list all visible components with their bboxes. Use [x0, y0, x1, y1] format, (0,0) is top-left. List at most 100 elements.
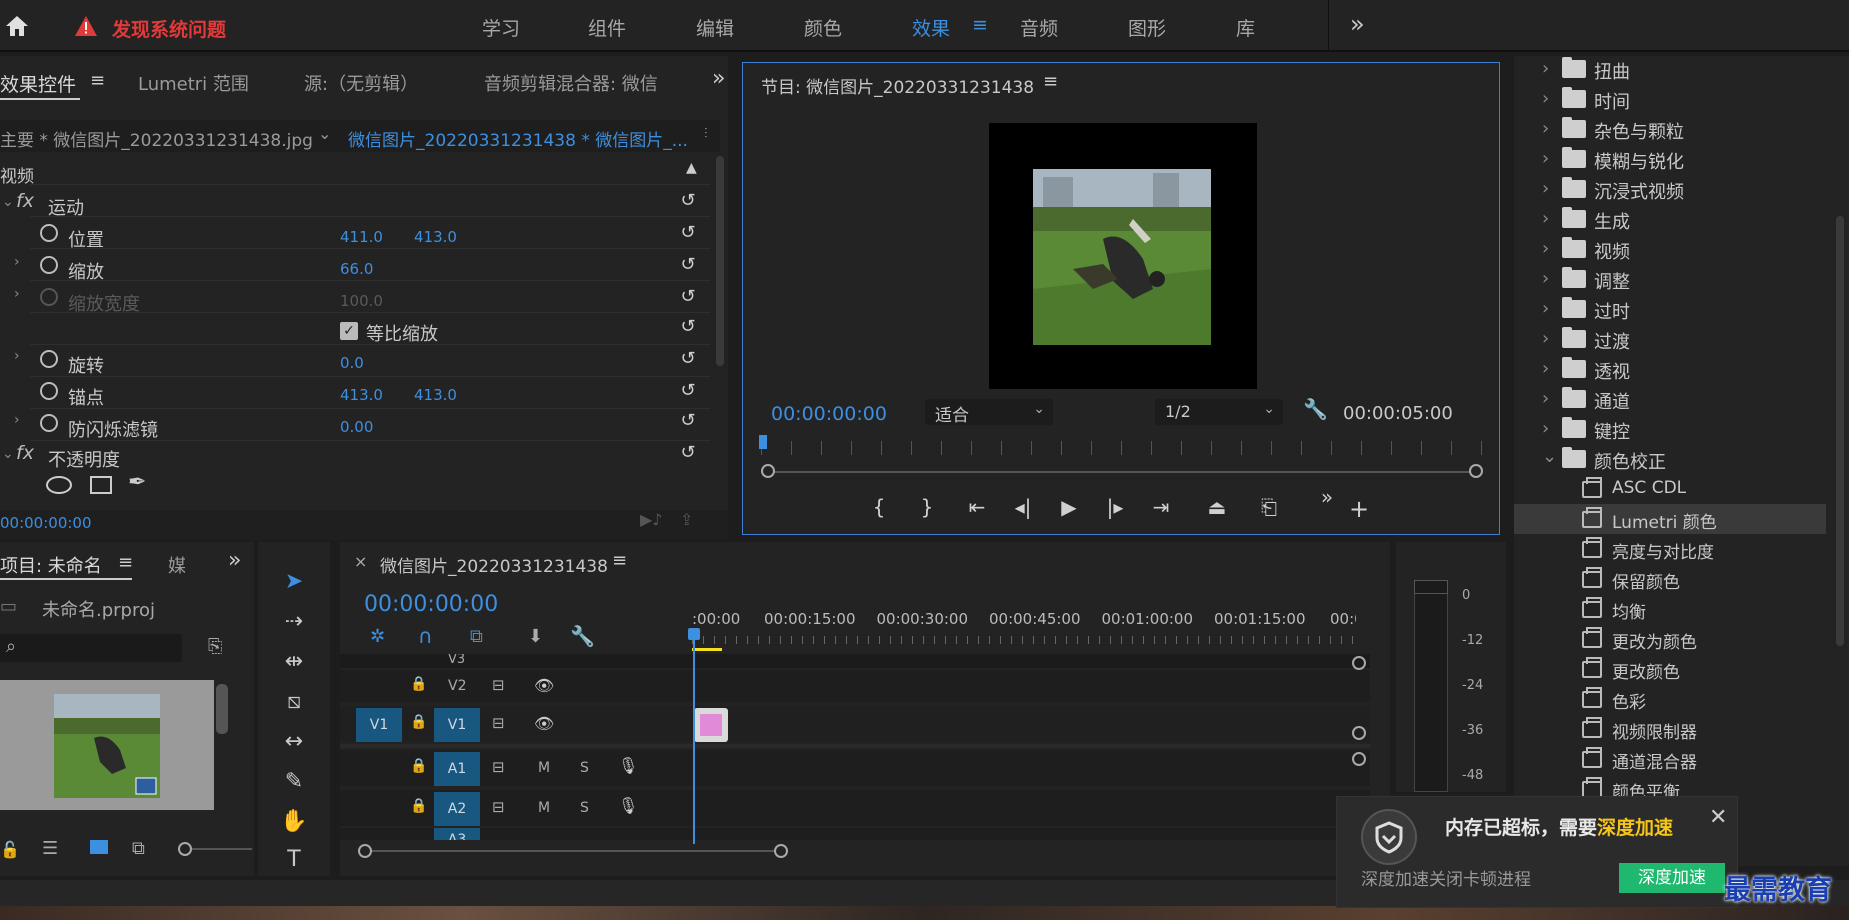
effect-folder[interactable]: ⌄ 颜色校正	[1514, 444, 1824, 474]
timeline-menu-icon[interactable]: ≡	[612, 550, 627, 571]
scale-chevron-icon[interactable]: ›	[14, 254, 20, 270]
effect-item[interactable]: 色彩	[1514, 684, 1826, 714]
effect-item[interactable]: 保留颜色	[1514, 564, 1826, 594]
microphone-icon[interactable]: 🎙	[618, 796, 638, 815]
reset-motion-icon[interactable]: ↺	[676, 190, 700, 212]
step-back-button[interactable]: ◂|	[1007, 495, 1039, 519]
tab-lumetri-scopes[interactable]: Lumetri 范围	[138, 70, 249, 96]
rotation-value[interactable]: 0.0	[340, 354, 364, 372]
effect-folder[interactable]: › 通道	[1514, 384, 1824, 414]
effect-folder[interactable]: › 杂色与颗粒	[1514, 114, 1824, 144]
workspace-color[interactable]: 颜色	[804, 14, 842, 41]
eye-icon[interactable]: 👁	[534, 676, 554, 695]
effect-item[interactable]: 更改颜色	[1514, 654, 1826, 684]
fx-icon[interactable]: fx	[16, 190, 34, 212]
reset-uniform-icon[interactable]: ↺	[676, 316, 700, 338]
stopwatch-icon[interactable]	[40, 256, 58, 274]
icon-view-icon[interactable]	[90, 840, 108, 854]
effect-item[interactable]: 更改为颜色	[1514, 624, 1826, 654]
antiflicker-value[interactable]: 0.00	[340, 418, 373, 436]
zoom-slider-track[interactable]	[192, 848, 252, 850]
add-marker-icon[interactable]: ⬇	[528, 626, 543, 647]
antiflicker-chevron-icon[interactable]: ›	[14, 412, 20, 428]
lock-icon[interactable]: 🔒	[410, 798, 427, 814]
effect-folder[interactable]: › 调整	[1514, 264, 1824, 294]
more-tabs-button[interactable]: »	[712, 66, 725, 91]
position-x-value[interactable]: 411.0	[340, 228, 383, 246]
chevron-right-icon[interactable]: ›	[1542, 328, 1549, 349]
opacity-chevron-icon[interactable]: ⌄	[2, 446, 14, 462]
effect-folder[interactable]: › 沉浸式视频	[1514, 174, 1824, 204]
sync-lock-icon[interactable]: ⊟	[492, 714, 505, 732]
go-to-out-button[interactable]: ⇥	[1145, 495, 1177, 519]
mark-in-button[interactable]: {	[863, 495, 895, 519]
chevron-down-icon[interactable]: ⌄	[1542, 446, 1557, 467]
anchor-x-value[interactable]: 413.0	[340, 386, 383, 404]
timeline-zoom-left[interactable]	[358, 844, 372, 858]
effect-item[interactable]: 颜色平衡	[1514, 774, 1826, 796]
pen-mask-icon[interactable]: ✒	[128, 470, 146, 495]
fx-icon[interactable]: fx	[16, 442, 34, 464]
workspace-assembly[interactable]: 组件	[588, 14, 626, 41]
go-to-in-button[interactable]: ⇤	[961, 495, 993, 519]
reset-rotation-icon[interactable]: ↺	[676, 348, 700, 370]
mute-button[interactable]: M	[538, 760, 550, 776]
selection-tool-icon[interactable]: ➤	[272, 564, 316, 600]
clip-thumbnail[interactable]	[54, 694, 160, 798]
step-forward-button[interactable]: |▸	[1099, 495, 1131, 519]
quality-dropdown[interactable]: 1/2 ⌄	[1155, 399, 1283, 425]
export-icon[interactable]: ⇪	[680, 510, 693, 529]
pen-tool-icon[interactable]: ✎	[272, 764, 316, 800]
playhead-line[interactable]	[693, 634, 695, 844]
hand-tool-icon[interactable]: ✋	[272, 804, 316, 840]
warning-icon[interactable]	[74, 15, 98, 37]
chevron-right-icon[interactable]: ›	[1542, 358, 1549, 379]
effect-folder[interactable]: › 视频	[1514, 234, 1824, 264]
thumbnail-scrollbar[interactable]	[216, 684, 228, 734]
source-v1-patch[interactable]: V1	[356, 708, 402, 742]
reset-anchor-icon[interactable]: ↺	[676, 380, 700, 402]
more-controls-button[interactable]: »	[1311, 485, 1343, 509]
zoom-slider-handle[interactable]	[178, 842, 192, 856]
insert-overwrite-icon[interactable]: ⧉	[470, 626, 483, 647]
sync-lock-icon[interactable]: ⊟	[492, 758, 505, 776]
tab-media[interactable]: 媒	[168, 552, 186, 578]
position-y-value[interactable]: 413.0	[414, 228, 457, 246]
effect-folder[interactable]: › 时间	[1514, 84, 1824, 114]
chevron-right-icon[interactable]: ›	[1542, 118, 1549, 139]
wrench-icon[interactable]: 🔧	[1303, 397, 1328, 421]
linked-selection-icon[interactable]: ∩	[418, 624, 433, 648]
reset-opacity-icon[interactable]: ↺	[676, 442, 700, 464]
snap-icon[interactable]: ✲	[370, 626, 385, 647]
effect-folder[interactable]: › 生成	[1514, 204, 1824, 234]
effect-folder[interactable]: › 过渡	[1514, 324, 1824, 354]
workspace-graphics[interactable]: 图形	[1128, 14, 1166, 41]
tab-source[interactable]: 源:（无剪辑）	[304, 70, 418, 96]
rotation-chevron-icon[interactable]: ›	[14, 348, 20, 364]
ripple-edit-tool-icon[interactable]: ⇹	[272, 644, 316, 680]
timeline-zoom-bar[interactable]	[364, 850, 774, 852]
chevron-right-icon[interactable]: ›	[1542, 418, 1549, 439]
project-search-input[interactable]: ⌕	[0, 634, 182, 662]
uniform-scale-checkbox[interactable]: ✓	[340, 322, 358, 340]
program-menu-icon[interactable]: ≡	[1043, 71, 1058, 92]
chevron-right-icon[interactable]: ›	[1542, 208, 1549, 229]
chevron-right-icon[interactable]: ›	[1542, 298, 1549, 319]
mute-button[interactable]: M	[538, 800, 550, 816]
effect-folder[interactable]: › 扭曲	[1514, 56, 1824, 84]
stopwatch-icon[interactable]	[40, 350, 58, 368]
timeline-zoom-right[interactable]	[774, 844, 788, 858]
play-button[interactable]: ▶	[1053, 495, 1085, 519]
home-icon[interactable]	[4, 14, 30, 38]
lock-icon[interactable]: 🔒	[410, 676, 427, 692]
extract-button[interactable]: ⎗	[1253, 495, 1285, 519]
new-bin-icon[interactable]: ⎘	[208, 636, 222, 657]
workspace-audio[interactable]: 音频	[1020, 14, 1058, 41]
workspace-libraries[interactable]: 库	[1236, 14, 1255, 41]
a3-target[interactable]: A3	[434, 828, 480, 840]
lock-icon[interactable]: 🔓	[0, 840, 20, 859]
v1-target[interactable]: V1	[434, 708, 480, 742]
effects-scrollbar[interactable]	[1836, 216, 1844, 646]
track-handle-mid[interactable]	[1352, 726, 1366, 740]
stopwatch-icon[interactable]	[40, 382, 58, 400]
